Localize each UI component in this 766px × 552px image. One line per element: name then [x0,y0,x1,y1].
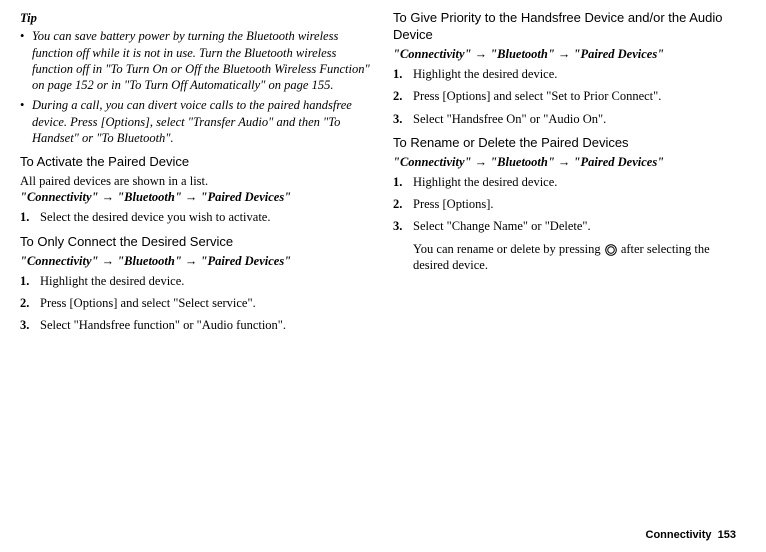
step-row: 3. Select "Handsfree function" or "Audio… [20,317,373,333]
tip-bullet-1: • You can save battery power by turning … [20,28,373,93]
step-text: Highlight the desired device. [40,273,373,289]
step-text: Press [Options] and select "Select servi… [40,295,373,311]
nav-path: "Connectivity" → "Bluetooth" → "Paired D… [393,154,746,170]
step-row: 1. Highlight the desired device. [393,174,746,190]
step-text: Press [Options] and select "Set to Prior… [413,88,746,104]
step-text: Select the desired device you wish to ac… [40,209,373,225]
step-note: You can rename or delete by pressing aft… [393,241,746,274]
step-text: Select "Handsfree function" or "Audio fu… [40,317,373,333]
step-number: 2. [20,295,40,311]
step-text: Select "Handsfree On" or "Audio On". [413,111,746,127]
intro-text: All paired devices are shown in a list. [20,173,373,189]
step-row: 2. Press [Options] and select "Select se… [20,295,373,311]
tip-text-1: You can save battery power by turning th… [32,28,373,93]
step-row: 1. Select the desired device you wish to… [20,209,373,225]
bullet-dot: • [20,28,32,93]
tip-text-2: During a call, you can divert voice call… [32,97,373,146]
nav-path: "Connectivity" → "Bluetooth" → "Paired D… [393,46,746,62]
heading-rename-delete: To Rename or Delete the Paired Devices [393,135,746,152]
step-row: 1. Highlight the desired device. [393,66,746,82]
step-text: Press [Options]. [413,196,746,212]
heading-activate: To Activate the Paired Device [20,154,373,171]
step-row: 2. Press [Options] and select "Set to Pr… [393,88,746,104]
step-number: 1. [393,174,413,190]
step-row: 3. Select "Handsfree On" or "Audio On". [393,111,746,127]
step-text: Select "Change Name" or "Delete". [413,218,746,234]
note-pre: You can rename or delete by pressing [413,242,604,256]
nav-path: "Connectivity" → "Bluetooth" → "Paired D… [20,189,373,205]
step-text: Highlight the desired device. [413,174,746,190]
step-number: 3. [393,111,413,127]
step-number: 3. [20,317,40,333]
step-number: 1. [393,66,413,82]
step-row: 1. Highlight the desired device. [20,273,373,289]
nav-path: "Connectivity" → "Bluetooth" → "Paired D… [20,253,373,269]
heading-connect-service: To Only Connect the Desired Service [20,234,373,251]
step-text: Highlight the desired device. [413,66,746,82]
center-key-icon [605,244,617,256]
step-number: 1. [20,209,40,225]
step-number: 2. [393,196,413,212]
step-row: 2. Press [Options]. [393,196,746,212]
left-column: Tip • You can save battery power by turn… [20,10,373,340]
step-number: 1. [20,273,40,289]
page-footer: Connectivity 153 [646,528,737,542]
page-columns: Tip • You can save battery power by turn… [20,10,746,340]
heading-priority: To Give Priority to the Handsfree Device… [393,10,746,44]
tip-label: Tip [20,10,373,26]
step-number: 2. [393,88,413,104]
footer-page-number: 153 [718,529,736,541]
step-row: 3. Select "Change Name" or "Delete". [393,218,746,234]
right-column: To Give Priority to the Handsfree Device… [393,10,746,340]
footer-section: Connectivity [646,529,712,541]
bullet-dot: • [20,97,32,146]
tip-bullet-2: • During a call, you can divert voice ca… [20,97,373,146]
step-number: 3. [393,218,413,234]
